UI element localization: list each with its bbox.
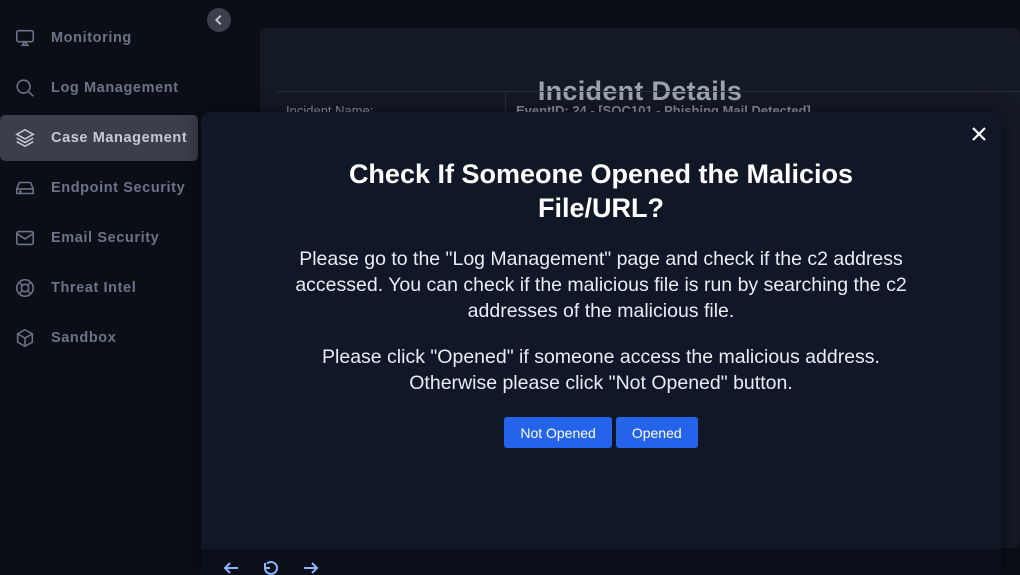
modal-actions: Not Opened Opened [201, 417, 1001, 448]
sidebar-item-email-security[interactable]: Email Security [0, 215, 198, 261]
mail-icon [13, 226, 37, 250]
search-icon [13, 76, 37, 100]
lifebuoy-icon [13, 276, 37, 300]
sidebar-item-label: Log Management [51, 80, 179, 96]
sidebar-item-endpoint-security[interactable]: Endpoint Security [0, 165, 198, 211]
modal-decision-hint: Please click "Opened" if someone access … [322, 346, 880, 394]
layers-icon [13, 126, 37, 150]
sidebar-item-label: Endpoint Security [51, 180, 186, 196]
chevron-left-icon [215, 14, 222, 26]
decision-modal: Check If Someone Opened the Malicios Fil… [201, 112, 1001, 575]
sidebar-item-sandbox[interactable]: Sandbox [0, 315, 198, 361]
opened-button[interactable]: Opened [615, 417, 698, 448]
sidebar-item-label: Sandbox [51, 330, 117, 346]
modal-footer [201, 549, 1001, 575]
monitor-icon [13, 26, 37, 50]
sidebar-item-threat-intel[interactable]: Threat Intel [0, 265, 198, 311]
modal-instructions: Please go to the "Log Management" page a… [295, 248, 907, 322]
sidebar-item-log-management[interactable]: Log Management [0, 65, 198, 111]
undo-icon[interactable] [261, 559, 279, 575]
close-icon [972, 127, 986, 141]
not-opened-button[interactable]: Not Opened [504, 417, 612, 448]
collapse-sidebar-button[interactable] [207, 8, 231, 32]
sidebar-item-case-management[interactable]: Case Management [0, 115, 198, 161]
sidebar-item-label: Email Security [51, 230, 160, 246]
back-arrow-icon[interactable] [222, 559, 240, 575]
sidebar-item-label: Monitoring [51, 30, 132, 46]
sidebar-item-monitoring[interactable]: Monitoring [0, 15, 198, 61]
hard-drive-icon [13, 176, 37, 200]
sidebar-item-label: Case Management [51, 130, 188, 146]
sidebar: Monitoring Log Management Case Managemen… [0, 0, 200, 575]
modal-title: Check If Someone Opened the Malicios Fil… [348, 159, 854, 223]
cube-icon [13, 326, 37, 350]
close-button[interactable] [969, 124, 989, 144]
sidebar-item-label: Threat Intel [51, 280, 137, 296]
forward-arrow-icon[interactable] [302, 559, 320, 575]
